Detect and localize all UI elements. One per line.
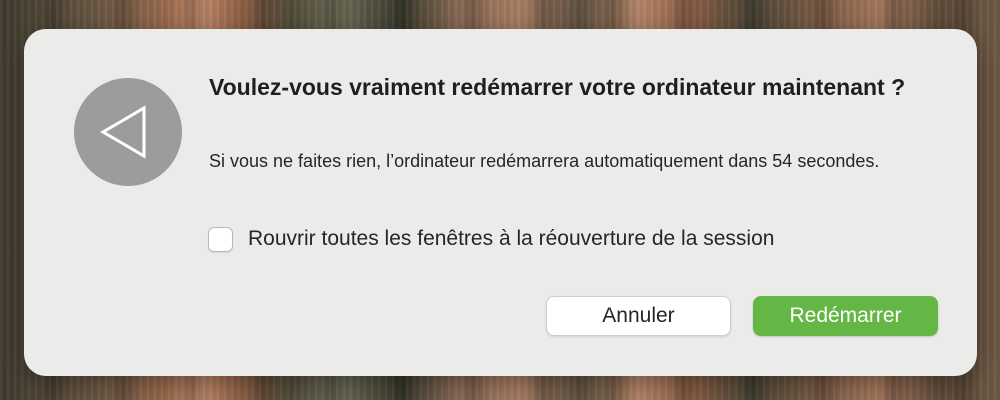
restart-dialog: Voulez-vous vraiment redémarrer votre or… bbox=[24, 29, 977, 376]
restart-arrow-icon bbox=[74, 78, 182, 186]
dialog-message: Si vous ne faites rien, l’ordinateur red… bbox=[209, 151, 880, 171]
dialog-title: Voulez-vous vraiment redémarrer votre or… bbox=[209, 74, 906, 100]
restart-button[interactable]: Redémarrer bbox=[753, 296, 938, 336]
cancel-button[interactable]: Annuler bbox=[546, 296, 731, 336]
reopen-windows-option[interactable]: Rouvrir toutes les fenêtres à la réouver… bbox=[208, 224, 774, 254]
reopen-windows-checkbox[interactable] bbox=[208, 226, 233, 252]
reopen-windows-label[interactable]: Rouvrir toutes les fenêtres à la réouver… bbox=[248, 227, 774, 251]
